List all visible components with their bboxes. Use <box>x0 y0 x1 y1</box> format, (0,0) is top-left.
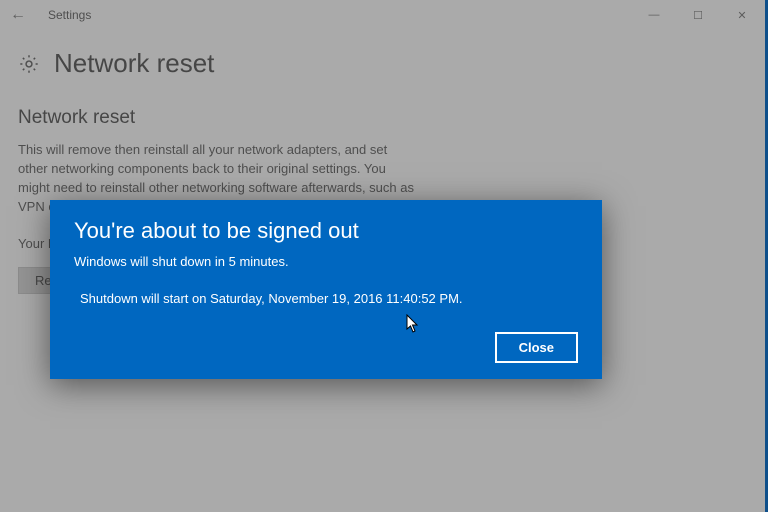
maximize-button[interactable]: ☐ <box>676 1 720 29</box>
minimize-button[interactable]: — <box>632 1 676 29</box>
dialog-actions: Close <box>74 332 578 363</box>
dialog-title: You're about to be signed out <box>74 218 578 244</box>
back-button[interactable]: ← <box>4 1 32 29</box>
gear-icon <box>18 53 40 75</box>
close-window-button[interactable]: ✕ <box>720 1 764 29</box>
dialog-detail: Shutdown will start on Saturday, Novembe… <box>74 291 578 306</box>
close-icon: ✕ <box>737 9 746 22</box>
dialog-subtitle: Windows will shut down in 5 minutes. <box>74 254 578 269</box>
minimize-icon: — <box>649 9 660 21</box>
page-title: Network reset <box>54 48 214 79</box>
titlebar: ← Settings — ☐ ✕ <box>0 0 768 30</box>
signout-dialog: You're about to be signed out Windows wi… <box>50 200 602 379</box>
section-title: Network reset <box>18 107 750 129</box>
close-button[interactable]: Close <box>495 332 578 363</box>
maximize-icon: ☐ <box>693 9 703 22</box>
arrow-left-icon: ← <box>10 6 26 24</box>
window-controls: — ☐ ✕ <box>632 1 764 29</box>
page-header: Network reset <box>18 48 750 79</box>
window-title: Settings <box>48 8 91 22</box>
